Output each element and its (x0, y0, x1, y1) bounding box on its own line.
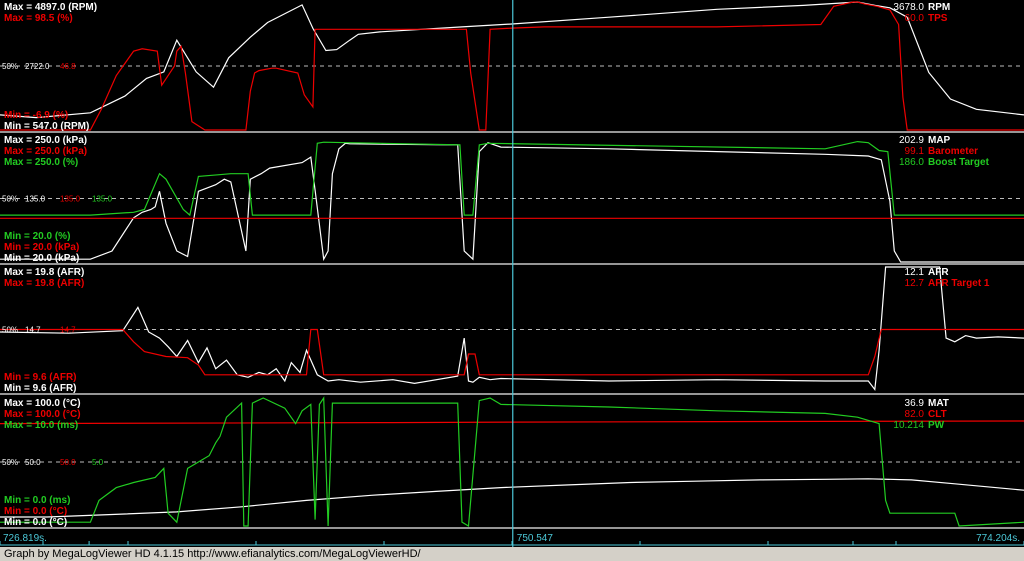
midline-label: 50% (2, 62, 18, 71)
time-cursor-label: 750.547 (517, 533, 554, 544)
legend-series-name: CLT (928, 409, 947, 420)
legend-min-label: Min = 0.0 (°C) (4, 506, 67, 517)
legend-current-value: 36.9 (905, 398, 925, 409)
legend-min-label: Min = -6.9 (%) (4, 110, 68, 121)
panel-map_baro_boost[interactable]: 50% 135.0 135.0 135.0Max = 250.0 (kPa)Max =… (0, 135, 1024, 265)
footer-credit: Graph by MegaLogViewer HD 4.1.15 http://… (0, 547, 1024, 561)
legend-max-label: Max = 100.0 (°C) (4, 409, 81, 420)
panel-mat_clt_pw[interactable]: 50% 50.0 50.0 5.0 Max = 100.0 (°C)Max = 100.… (0, 396, 1024, 529)
series-map-line (0, 142, 1024, 263)
log-graph-svg[interactable]: 50% 2722.0 46.8 Max = 4897.0 (RPM)Max = 98.… (0, 0, 1024, 547)
log-graph[interactable]: 50% 2722.0 46.8 Max = 4897.0 (RPM) Max = 98.… (0, 0, 1024, 561)
midline-label: 50% (2, 458, 18, 467)
legend-max-label: Max = 19.8 (AFR) (4, 278, 84, 289)
midline-label: 50.0 (60, 458, 76, 467)
legend-series-name: MAP (928, 135, 951, 146)
midline-label: 46.8 (60, 62, 76, 71)
legend-min-label: Min = 20.0 (%) (4, 231, 70, 242)
legend-series-name: TPS (928, 13, 948, 24)
series-mat-line (0, 478, 1024, 518)
legend-current-value: 10.214 (893, 420, 924, 431)
legend-max-label: Max = 4897.0 (RPM) (4, 2, 97, 13)
midline-label: 135.0 (92, 195, 113, 204)
legend-current-value: 3678.0 (893, 2, 924, 13)
legend-min-label: Min = 20.0 (kPa) (4, 242, 79, 253)
panel-rpm_tps[interactable]: 50% 2722.0 46.8 Max = 4897.0 (RPM)Max = 98.… (0, 1, 1024, 133)
legend-min-label: Min = 0.0 (ms) (4, 495, 70, 506)
midline-label: 14.7 (60, 326, 76, 335)
legend-max-label: Max = 250.0 (%) (4, 157, 78, 168)
legend-series-name: MAT (928, 398, 949, 409)
legend-series-name: Barometer (928, 146, 978, 157)
legend-current-value: 99.1 (905, 146, 925, 157)
legend-current-value: 202.9 (899, 135, 924, 146)
time-axis: 726.819s. 750.547 774.204s. (0, 533, 1024, 546)
midline-label: 135.0 (60, 195, 81, 204)
series-rpm-line (0, 1, 1024, 119)
series-boost-target-line (0, 140, 1024, 217)
time-end-label: 774.204s. (976, 533, 1020, 544)
legend-max-label: Max = 250.0 (kPa) (4, 146, 87, 157)
legend-min-label: Min = 547.0 (RPM) (4, 121, 89, 132)
legend-current-value: 186.0 (899, 157, 924, 168)
legend-min-label: Min = 9.6 (AFR) (4, 372, 77, 383)
midline-label: 135.0 (25, 195, 46, 204)
legend-series-name: AFR Target 1 (928, 278, 990, 289)
legend-max-label: Max = 19.8 (AFR) (4, 267, 84, 278)
midline-label: 50.0 (25, 458, 41, 467)
time-start-label: 726.819s. (3, 533, 47, 544)
legend-min-label: Min = 20.0 (kPa) (4, 253, 79, 264)
legend-current-value: 12.7 (905, 278, 925, 289)
legend-series-name: Boost Target (928, 157, 990, 168)
legend-series-name: AFR (928, 267, 949, 278)
legend-min-label: Min = 9.6 (AFR) (4, 383, 77, 394)
midline-label: 2722.0 (25, 62, 50, 71)
midline-label: 50% (2, 326, 18, 335)
midline-label: 50% (2, 195, 18, 204)
legend-current-value: 82.0 (905, 409, 925, 420)
legend-series-name: RPM (928, 2, 950, 13)
midline-label: 5.0 (92, 458, 104, 467)
legend-min-label: Min = 0.0 (°C) (4, 517, 67, 528)
legend-max-label: Max = 10.0 (ms) (4, 420, 78, 431)
series-afr-target-1-line (0, 328, 1024, 376)
midline-label: 14.7 (25, 326, 41, 335)
legend-max-label: Max = 98.5 (%) (4, 13, 73, 24)
series-afr-line (0, 266, 1024, 392)
panel-afr[interactable]: 50% 14.7 14.7 Max = 19.8 (AFR)Max = 19.8 (A… (0, 266, 1024, 395)
legend-series-name: PW (928, 420, 945, 431)
legend-max-label: Max = 250.0 (kPa) (4, 135, 87, 146)
legend-current-value: 60.0 (905, 13, 925, 24)
legend-max-label: Max = 100.0 (°C) (4, 398, 81, 409)
legend-current-value: 12.1 (905, 267, 925, 278)
